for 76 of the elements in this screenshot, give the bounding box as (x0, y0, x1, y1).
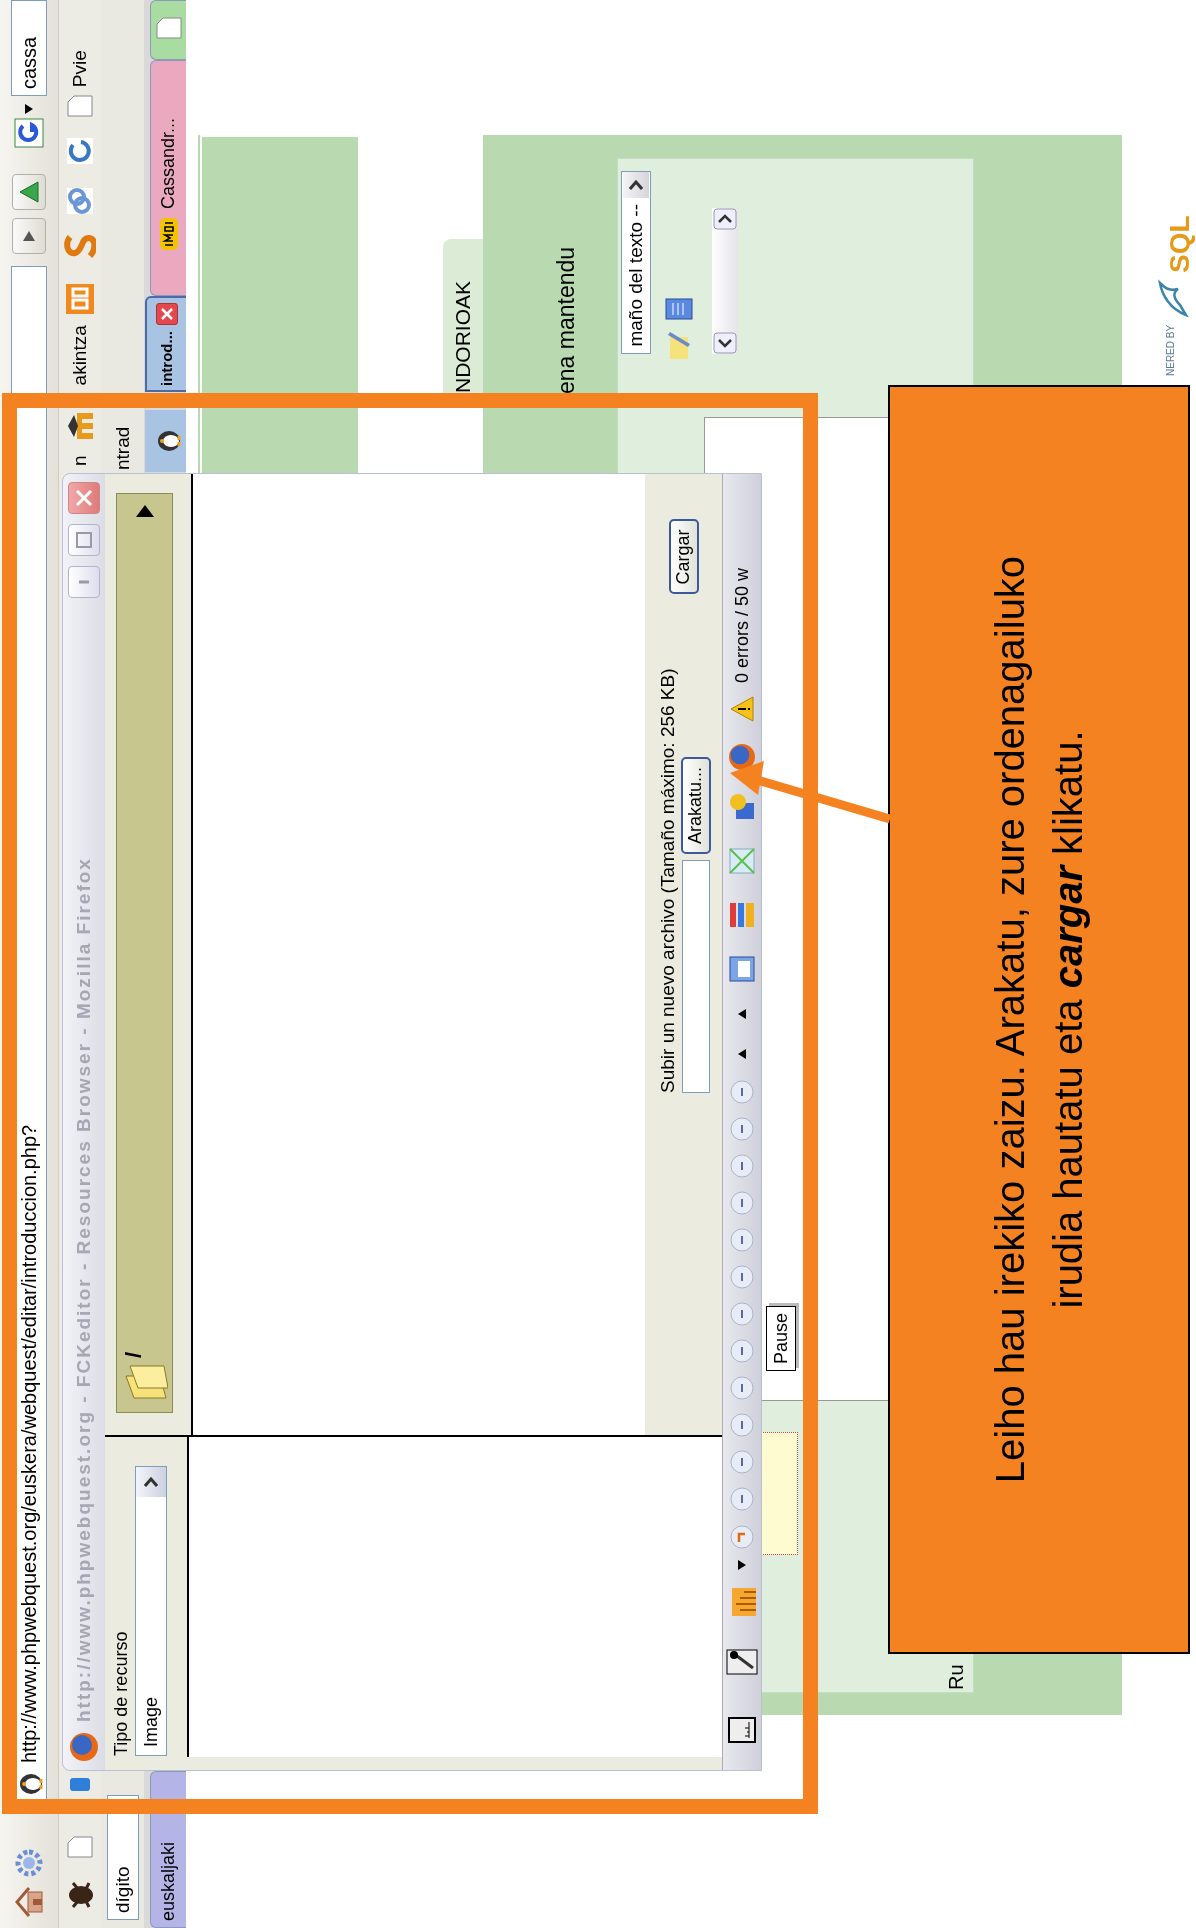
chevron-icon (629, 179, 643, 191)
bookmark-button[interactable] (12, 174, 46, 210)
heading-text: ena mantendu (553, 245, 580, 394)
chevron-icon (144, 1476, 158, 1488)
gear-icon (14, 1848, 44, 1878)
firefox-icon (69, 1732, 99, 1762)
bookmark-icon[interactable] (68, 1778, 92, 1792)
search-engine-icon[interactable] (14, 118, 44, 148)
status-text: 0 errors / 50 w (731, 567, 753, 683)
penguin-icon[interactable] (145, 410, 186, 472)
font-size-select[interactable]: maño del texto -- (621, 171, 651, 354)
round-button-icon[interactable] (729, 1412, 755, 1438)
bookmark-link[interactable]: Pvie (68, 50, 92, 88)
footer-label: Ru (944, 1664, 968, 1690)
close-icon (75, 489, 93, 507)
box-logo-icon[interactable] (65, 283, 95, 316)
database-logo: NERED BY SQL (1142, 215, 1196, 376)
close-icon (160, 308, 173, 320)
target-icon[interactable] (728, 793, 756, 821)
window-icon[interactable] (728, 955, 756, 983)
round-button-icon[interactable] (729, 1153, 755, 1179)
home-icon (14, 1886, 44, 1918)
maximize-icon (76, 532, 92, 548)
browse-button[interactable]: Arakatu... (680, 756, 711, 854)
folder-path: / (121, 1351, 147, 1358)
color-bars-icon[interactable] (728, 901, 756, 929)
minimize-icon (79, 580, 89, 584)
round-button-icon[interactable] (729, 1338, 755, 1364)
file-input[interactable] (681, 860, 710, 1093)
caret-icon[interactable] (738, 1560, 746, 1570)
warning-icon (729, 695, 755, 723)
tooltip: Pause (766, 1305, 796, 1371)
forward-button[interactable] (12, 218, 46, 254)
horizontal-scrollbar[interactable] (712, 208, 738, 354)
round-button-icon[interactable] (729, 1227, 755, 1253)
round-button-icon[interactable] (729, 1264, 755, 1290)
ruler-icon[interactable] (727, 1716, 757, 1744)
browser-tab[interactable]: introd... (145, 296, 186, 392)
maximize-button[interactable] (68, 524, 100, 556)
hat-icon[interactable] (65, 411, 95, 442)
toolbar-label: ntrad (110, 426, 134, 470)
round-button-icon[interactable] (729, 1116, 755, 1142)
round-button-icon[interactable] (729, 1486, 755, 1512)
search-field[interactable]: cassa (11, 0, 47, 96)
list-box-icon[interactable] (664, 297, 694, 321)
triangle-icon (19, 181, 39, 203)
resource-type-select[interactable]: Image (135, 1466, 167, 1756)
round-button-icon[interactable] (729, 1375, 755, 1401)
close-tab-button[interactable] (155, 303, 178, 325)
browser-tab[interactable]: Cassandr... (150, 60, 186, 296)
play-icon[interactable] (134, 504, 155, 518)
s-letter-icon[interactable] (64, 233, 96, 260)
close-button[interactable] (68, 482, 100, 514)
browser-tab[interactable]: euskaljaki (150, 1771, 186, 1928)
caret-icon[interactable] (25, 104, 33, 114)
browser-tab[interactable] (150, 0, 186, 60)
refresh-icon[interactable] (729, 1524, 755, 1550)
caret-icon[interactable] (738, 1009, 746, 1019)
imdb-icon (158, 217, 179, 251)
round-button-icon[interactable] (729, 1301, 755, 1327)
page-icon (155, 17, 182, 39)
upload-label: Subir un nuevo archivo (Tamaño máximo: 256 KB) (656, 668, 679, 1093)
bookmark-link[interactable]: akintza (68, 325, 92, 386)
bookmark-link[interactable]: n (68, 455, 92, 466)
upload-button[interactable]: Cargar (668, 519, 699, 595)
swirl-icon[interactable] (66, 137, 94, 166)
round-button-icon[interactable] (729, 1190, 755, 1216)
link-icon[interactable] (66, 187, 94, 216)
round-button-icon[interactable] (729, 1449, 755, 1475)
eyedropper-icon[interactable] (725, 1648, 759, 1676)
field-label: Tipo de recurso (111, 1630, 132, 1756)
caret-icon[interactable] (738, 1049, 746, 1059)
firefox-icon (728, 743, 756, 771)
play-icon (22, 230, 36, 242)
round-button-icon[interactable] (729, 1079, 755, 1105)
window-title: http://www.phpwebquest.org - FCKeditor - Resources Browser - Mozilla Firefox (73, 856, 95, 1722)
